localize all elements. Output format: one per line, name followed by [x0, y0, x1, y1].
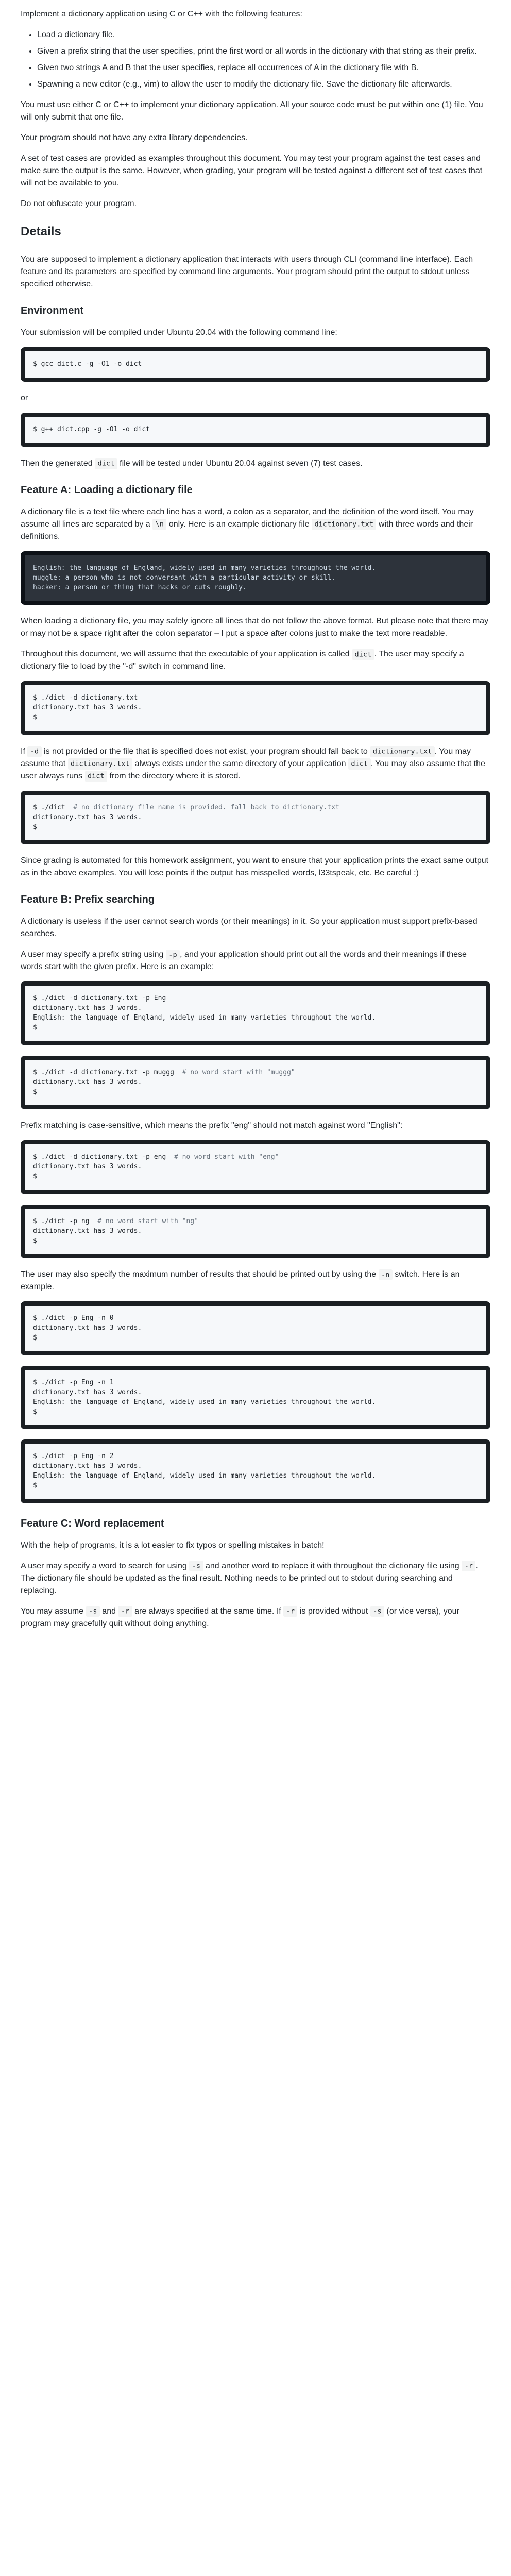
inline-code: -s: [189, 1561, 203, 1571]
inline-code: -r: [283, 1606, 297, 1617]
feat-a-text: Throughout this document, we will assume…: [21, 648, 490, 673]
feat-b-text: The user may also specify the maximum nu…: [21, 1268, 490, 1293]
code-load-fallback: $ ./dict # no dictionary file name is pr…: [21, 791, 490, 845]
code-compile-cpp: $ g++ dict.cpp -g -O1 -o dict: [21, 413, 490, 447]
list-item: Given a prefix string that the user spec…: [37, 45, 490, 58]
inline-code: dict: [85, 771, 108, 782]
inline-code: dict: [348, 758, 371, 769]
requirement-text: A set of test cases are provided as exam…: [21, 152, 490, 190]
requirement-text: You must use either C or C++ to implemen…: [21, 99, 490, 124]
feat-a-text: If -d is not provided or the file that i…: [21, 745, 490, 783]
feat-b-text: A dictionary is useless if the user cann…: [21, 916, 490, 940]
inline-code: -s: [370, 1606, 384, 1617]
code-prefix-eng[interactable]: $ ./dict -d dictionary.txt -p Eng dictio…: [21, 981, 490, 1045]
feat-b-text: Prefix matching is case-sensitive, which…: [21, 1120, 490, 1132]
or-text: or: [21, 392, 490, 404]
code-load-dict: $ ./dict -d dictionary.txt dictionary.tx…: [21, 681, 490, 735]
feature-list: Load a dictionary file. Given a prefix s…: [21, 29, 490, 91]
code-prefix-lowereng: $ ./dict -d dictionary.txt -p eng # no w…: [21, 1140, 490, 1194]
requirement-text: Your program should not have any extra l…: [21, 132, 490, 144]
inline-code: dictionary.txt: [312, 519, 376, 530]
feat-a-text: A dictionary file is a text file where e…: [21, 506, 490, 543]
heading-details: Details: [21, 223, 490, 245]
heading-feature-a: Feature A: Loading a dictionary file: [21, 482, 490, 498]
code-prefix-n0: $ ./dict -p Eng -n 0 dictionary.txt has …: [21, 1301, 490, 1355]
inline-code: -r: [462, 1561, 475, 1571]
inline-code: dictionary.txt: [370, 746, 434, 757]
inline-code: -r: [118, 1606, 132, 1617]
code-prefix-ng: $ ./dict -p ng # no word start with "ng"…: [21, 1205, 490, 1259]
details-text: You are supposed to implement a dictiona…: [21, 253, 490, 291]
feat-c-text: With the help of programs, it is a lot e…: [21, 1539, 490, 1552]
list-item: Given two strings A and B that the user …: [37, 62, 490, 74]
heading-environment: Environment: [21, 303, 490, 318]
feat-c-text: A user may specify a word to search for …: [21, 1560, 490, 1597]
env-text: Your submission will be compiled under U…: [21, 327, 490, 339]
inline-code: dictionary.txt: [68, 758, 132, 769]
inline-code: dict: [95, 458, 117, 469]
feat-a-text: Since grading is automated for this home…: [21, 855, 490, 879]
inline-code: dict: [352, 649, 374, 660]
code-prefix-n1[interactable]: $ ./dict -p Eng -n 1 dictionary.txt has …: [21, 1366, 490, 1429]
inline-code: -s: [86, 1606, 100, 1617]
code-compile-c: $ gcc dict.c -g -O1 -o dict: [21, 347, 490, 382]
code-dictionary-file[interactable]: English: the language of England, widely…: [21, 551, 490, 605]
env-text2: Then the generated dict file will be tes…: [21, 457, 490, 470]
inline-code: -p: [166, 950, 180, 960]
list-item: Load a dictionary file.: [37, 29, 490, 41]
requirement-text: Do not obfuscate your program.: [21, 198, 490, 210]
feat-b-text: A user may specify a prefix string using…: [21, 948, 490, 973]
inline-code: -d: [27, 746, 41, 757]
inline-code: -n: [379, 1269, 393, 1280]
code-prefix-muggg[interactable]: $ ./dict -d dictionary.txt -p muggg # no…: [21, 1056, 490, 1110]
list-item: Spawning a new editor (e.g., vim) to all…: [37, 78, 490, 91]
code-prefix-n2[interactable]: $ ./dict -p Eng -n 2 dictionary.txt has …: [21, 1439, 490, 1503]
heading-feature-c: Feature C: Word replacement: [21, 1516, 490, 1531]
intro-text: Implement a dictionary application using…: [21, 8, 490, 21]
feat-a-text: When loading a dictionary file, you may …: [21, 615, 490, 640]
heading-feature-b: Feature B: Prefix searching: [21, 892, 490, 907]
inline-code: \n: [152, 519, 166, 530]
feat-c-text: You may assume -s and -r are always spec…: [21, 1605, 490, 1630]
